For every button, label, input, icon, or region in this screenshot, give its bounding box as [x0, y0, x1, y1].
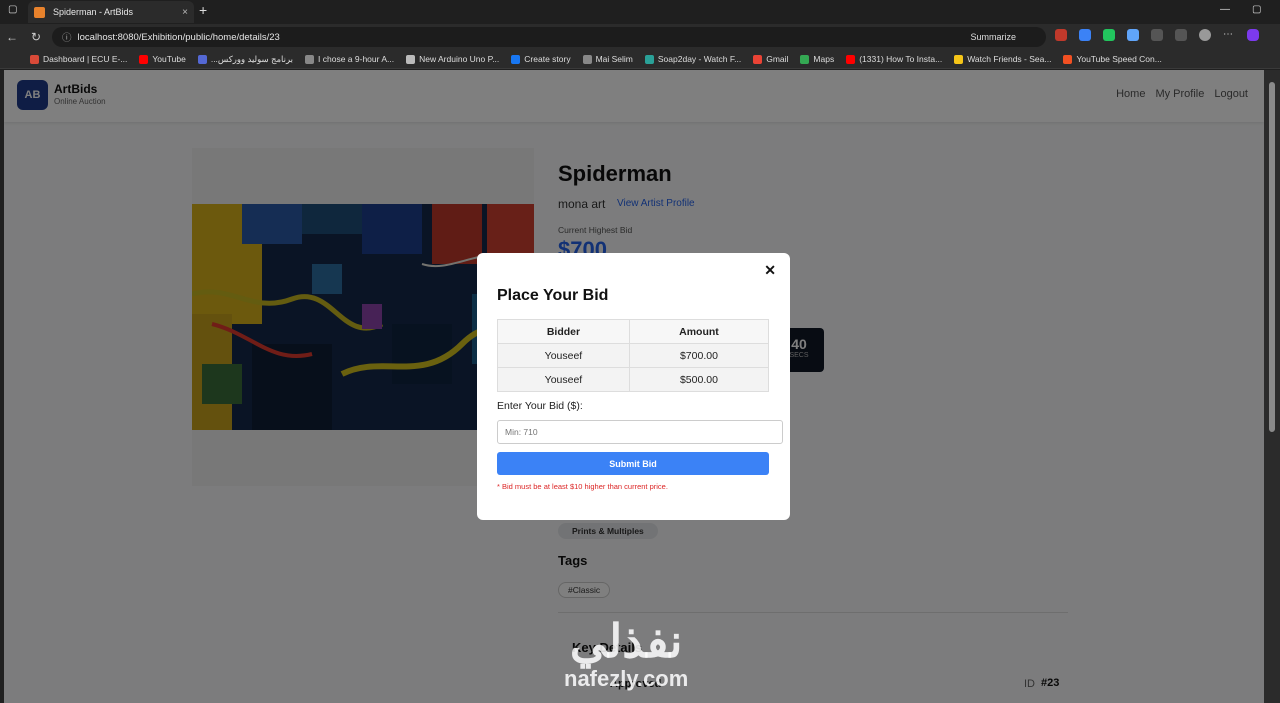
- bookmark-label: I chose a 9-hour A...: [318, 54, 395, 64]
- modal-title: Place Your Bid: [497, 287, 609, 304]
- bookmark-favicon-icon: [305, 54, 315, 64]
- extension-icon[interactable]: [1079, 29, 1091, 41]
- address-row: ← ↻ ⓘ localhost:8080/Exhibition/public/h…: [0, 24, 1280, 50]
- bookmark-favicon-icon: [800, 54, 810, 64]
- summarize-button[interactable]: Summarize: [970, 32, 1016, 42]
- tab-actions-icon[interactable]: ▢: [8, 4, 17, 15]
- bookmark-favicon-icon: [644, 54, 654, 64]
- scrollbar-thumb[interactable]: [1269, 82, 1275, 432]
- bookmark-item[interactable]: Mai Selim: [582, 54, 633, 64]
- bookmark-item[interactable]: I chose a 9-hour A...: [305, 54, 394, 64]
- bookmark-item[interactable]: Gmail: [753, 54, 788, 64]
- bookmark-item[interactable]: YouTube Speed Con...: [1063, 54, 1162, 64]
- tab-close-icon[interactable]: ×: [182, 7, 188, 18]
- bookmark-label: YouTube: [152, 54, 186, 64]
- bid-amount-input[interactable]: [497, 420, 783, 444]
- table-header-row: Bidder Amount: [497, 319, 770, 344]
- favorites-icon[interactable]: [1175, 29, 1187, 41]
- bidder-cell: Youseef: [497, 367, 630, 392]
- bookmark-favicon-icon: [582, 54, 592, 64]
- watermark-latin: nafezly.com: [564, 666, 689, 691]
- extension-icon[interactable]: [1103, 29, 1115, 41]
- new-tab-button[interactable]: +: [199, 2, 207, 18]
- bookmark-item[interactable]: Dashboard | ECU E-...: [30, 54, 127, 64]
- bookmark-item[interactable]: New Arduino Uno P...: [406, 54, 499, 64]
- bookmark-label: ...برنامج سولید ووركس: [210, 53, 294, 64]
- bookmark-label: Mai Selim: [595, 54, 633, 64]
- bid-input-label: Enter Your Bid ($):: [497, 400, 583, 412]
- back-icon[interactable]: ←: [0, 30, 24, 44]
- submit-bid-button[interactable]: Submit Bid: [497, 452, 769, 475]
- bookmark-favicon-icon: [406, 54, 416, 64]
- browser-tab[interactable]: Spiderman - ArtBids ×: [28, 1, 194, 23]
- bidder-cell: Youseef: [497, 343, 630, 368]
- maximize-icon[interactable]: ▢: [1252, 4, 1261, 15]
- bookmark-favicon-icon: [1063, 54, 1073, 64]
- bookmark-label: (1331) How To Insta...: [859, 54, 943, 64]
- bookmark-item[interactable]: (1331) How To Insta...: [846, 54, 942, 64]
- bookmark-favicon-icon: [846, 54, 856, 64]
- bookmark-item[interactable]: YouTube: [139, 54, 186, 64]
- page-scrollbar[interactable]: [1264, 70, 1280, 703]
- browser-titlebar: ▢ Spiderman - ArtBids × + — ▢: [0, 0, 1280, 24]
- amount-cell: $500.00: [628, 367, 770, 392]
- extension-icon[interactable]: [1055, 29, 1067, 41]
- bookmark-label: YouTube Speed Con...: [1076, 54, 1162, 64]
- bookmark-favicon-icon: [139, 54, 149, 64]
- bookmark-label: Maps: [813, 54, 835, 64]
- column-header-bidder: Bidder: [497, 319, 630, 344]
- profile-avatar-icon[interactable]: [1199, 29, 1211, 41]
- toolbar-icons: ⋯: [1055, 29, 1259, 41]
- copilot-icon[interactable]: [1247, 29, 1259, 41]
- bid-modal: ✕ Place Your Bid Bidder Amount Youseef $…: [477, 253, 790, 520]
- reload-icon[interactable]: ↻: [24, 30, 48, 44]
- column-header-amount: Amount: [628, 319, 770, 344]
- bookmark-item[interactable]: Soap2day - Watch F...: [644, 54, 742, 64]
- bookmark-item[interactable]: ...برنامج سولید ووركس: [197, 53, 294, 65]
- bookmark-label: Dashboard | ECU E-...: [43, 54, 128, 64]
- bookmark-favicon-icon: [30, 54, 39, 64]
- watermark: نفذلي nafezly.com: [564, 618, 688, 692]
- table-row: Youseef $500.00: [497, 367, 770, 392]
- bookmark-item[interactable]: Watch Friends - Sea...: [954, 54, 1051, 64]
- bid-history-table: Bidder Amount Youseef $700.00 Youseef $5…: [497, 319, 770, 392]
- table-row: Youseef $700.00: [497, 343, 770, 368]
- bookmark-item[interactable]: Create story: [511, 54, 571, 64]
- bookmark-item[interactable]: Maps: [800, 54, 834, 64]
- bookmark-label: New Arduino Uno P...: [419, 54, 500, 64]
- extension-icon[interactable]: [1127, 29, 1139, 41]
- bookmark-favicon-icon: [197, 54, 207, 64]
- watermark-arabic: نفذلي: [569, 615, 683, 667]
- url-text: localhost:8080/Exhibition/public/home/de…: [77, 31, 280, 43]
- tab-title: Spiderman - ArtBids: [53, 7, 134, 17]
- site-info-icon[interactable]: ⓘ: [62, 30, 72, 44]
- bookmark-label: Soap2day - Watch F...: [657, 54, 742, 64]
- address-bar[interactable]: ⓘ localhost:8080/Exhibition/public/home/…: [52, 27, 1046, 47]
- bid-warning-text: * Bid must be at least $10 higher than c…: [497, 482, 668, 491]
- bookmarks-bar: Dashboard | ECU E-... YouTube ...برنامج سو…: [0, 50, 1280, 69]
- extensions-icon[interactable]: [1151, 29, 1163, 41]
- bookmark-label: Gmail: [766, 54, 789, 64]
- bookmark-favicon-icon: [511, 54, 521, 64]
- bookmark-label: Create story: [524, 54, 571, 64]
- site-favicon-icon: [34, 6, 45, 18]
- bookmark-label: Watch Friends - Sea...: [967, 54, 1052, 64]
- menu-icon[interactable]: ⋯: [1223, 29, 1235, 41]
- page-viewport: AB ArtBids Online Auction Home My Profil…: [4, 70, 1264, 703]
- amount-cell: $700.00: [628, 343, 770, 368]
- bookmark-favicon-icon: [954, 54, 964, 64]
- bookmark-favicon-icon: [753, 54, 763, 64]
- close-icon[interactable]: ✕: [764, 262, 776, 279]
- minimize-icon[interactable]: —: [1220, 4, 1230, 15]
